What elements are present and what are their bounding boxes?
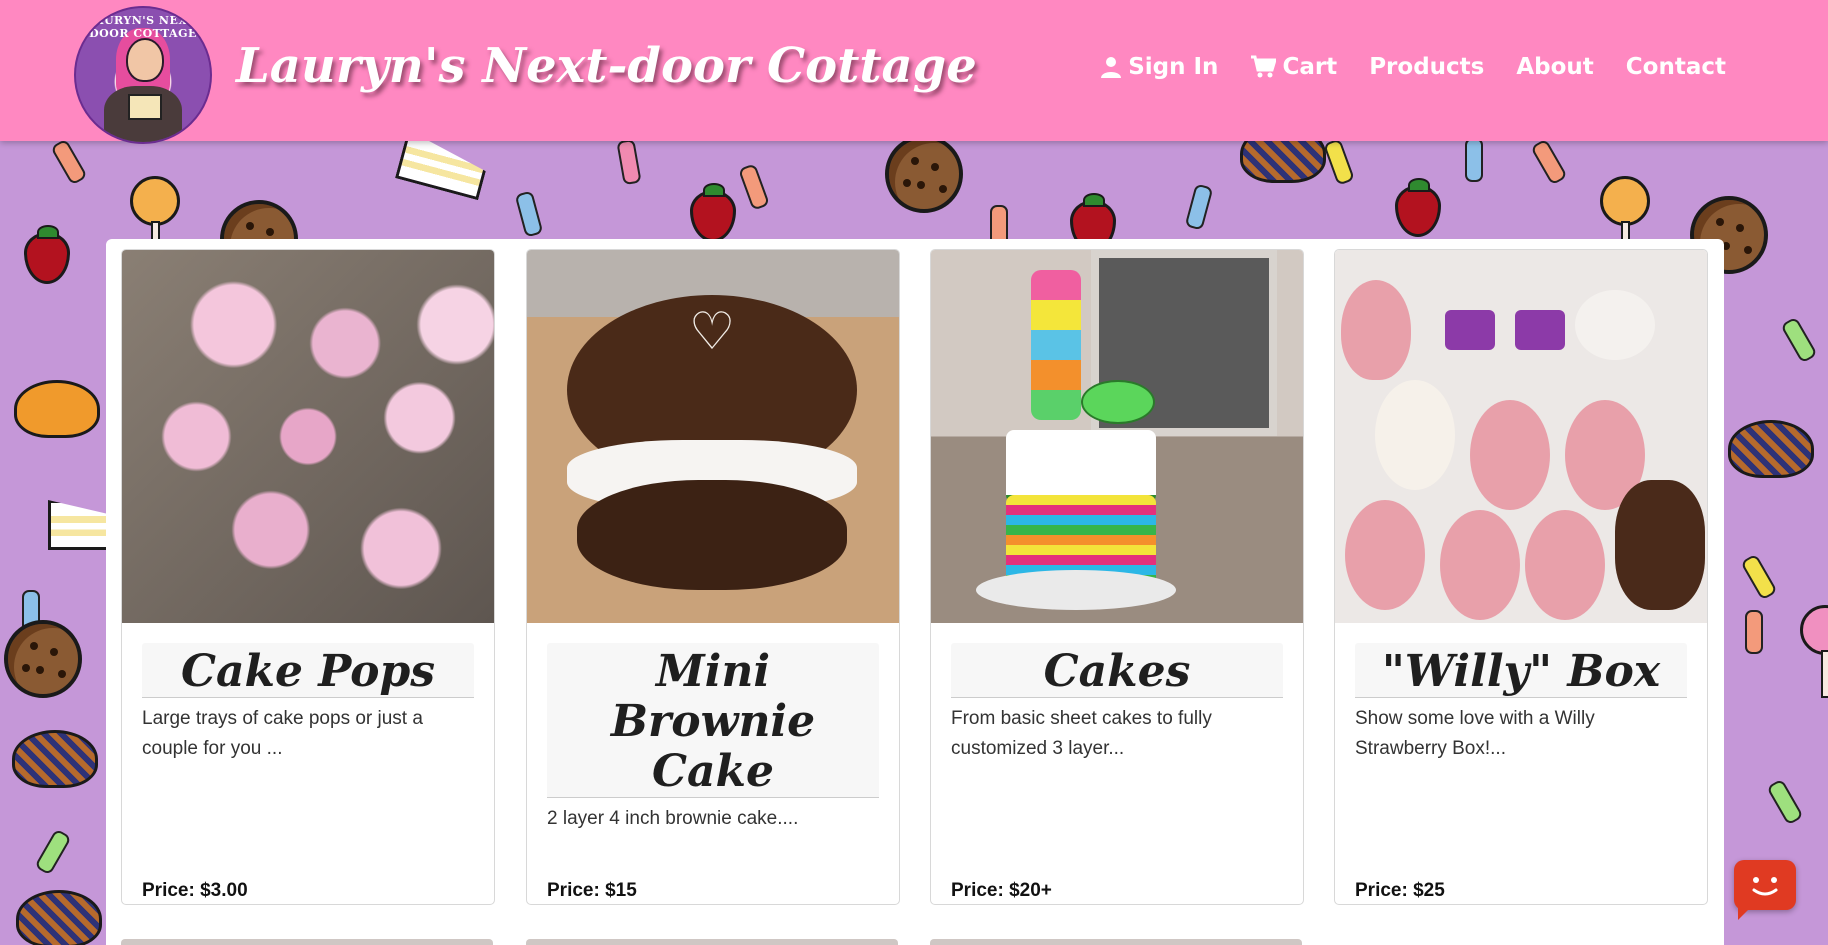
chat-widget-button[interactable] — [1734, 860, 1796, 920]
product-image-cake-pops[interactable] — [122, 250, 494, 623]
product-description: Show some love with a Willy Strawberry B… — [1355, 708, 1595, 759]
product-card-partial[interactable] — [526, 939, 898, 945]
product-card[interactable]: "Willy" Box Show some love with a Willy … — [1334, 249, 1708, 905]
product-price: Price: $3.00 — [142, 880, 248, 901]
product-image-willy-box[interactable] — [1335, 250, 1707, 623]
site-header: LAURYN'S NEXT-DOOR COTTAGE Lauryn's Next… — [0, 0, 1828, 144]
product-image-mini-brownie-cake[interactable]: ♡ — [527, 250, 899, 623]
logo-text: LAURYN'S NEXT-DOOR COTTAGE — [86, 14, 200, 40]
product-card[interactable]: ♡ Mini Brownie Cake 2 layer 4 inch brown… — [526, 249, 900, 905]
product-price: Price: $20+ — [951, 880, 1052, 901]
nav-label: Products — [1369, 54, 1485, 80]
product-title-box: Mini Brownie Cake — [547, 643, 879, 798]
nav-label: Contact — [1625, 54, 1726, 80]
nav-about[interactable]: About — [1516, 54, 1593, 80]
product-image-cakes[interactable] — [931, 250, 1303, 623]
cart-icon — [1250, 55, 1277, 79]
product-title-box: Cakes — [951, 643, 1283, 698]
nav-products[interactable]: Products — [1369, 54, 1484, 80]
product-description: 2 layer 4 inch brownie cake.... — [547, 808, 799, 829]
main-nav: Sign In Cart Products About Contact — [1100, 54, 1726, 80]
product-description: Large trays of cake pops or just a coupl… — [142, 708, 423, 759]
chat-face-icon — [1734, 877, 1796, 914]
nav-contact[interactable]: Contact — [1626, 54, 1726, 80]
product-title[interactable]: Cake Pops — [148, 647, 468, 697]
product-title[interactable]: Cakes — [957, 647, 1277, 697]
product-title-box: "Willy" Box — [1355, 643, 1687, 698]
product-title[interactable]: "Willy" Box — [1361, 647, 1681, 697]
site-title[interactable]: Lauryn's Next-door Cottage — [236, 38, 977, 94]
product-title[interactable]: Mini Brownie Cake — [553, 647, 873, 797]
nav-label: Sign In — [1128, 54, 1219, 80]
products-panel: Cake Pops Large trays of cake pops or ju… — [106, 239, 1724, 945]
product-card[interactable]: Cakes From basic sheet cakes to fully cu… — [930, 249, 1304, 905]
product-card[interactable]: Cake Pops Large trays of cake pops or ju… — [121, 249, 495, 905]
product-card-partial[interactable] — [121, 939, 493, 945]
product-price: Price: $15 — [547, 880, 637, 901]
nav-label: About — [1516, 54, 1594, 80]
product-title-box: Cake Pops — [142, 643, 474, 698]
product-description: From basic sheet cakes to fully customiz… — [951, 708, 1212, 759]
user-icon — [1100, 56, 1122, 78]
nav-label: Cart — [1282, 54, 1338, 80]
site-logo[interactable]: LAURYN'S NEXT-DOOR COTTAGE — [74, 6, 212, 144]
product-card-partial[interactable] — [930, 939, 1302, 945]
product-price: Price: $25 — [1355, 880, 1445, 901]
nav-cart[interactable]: Cart — [1250, 54, 1337, 80]
nav-sign-in[interactable]: Sign In — [1100, 54, 1218, 80]
